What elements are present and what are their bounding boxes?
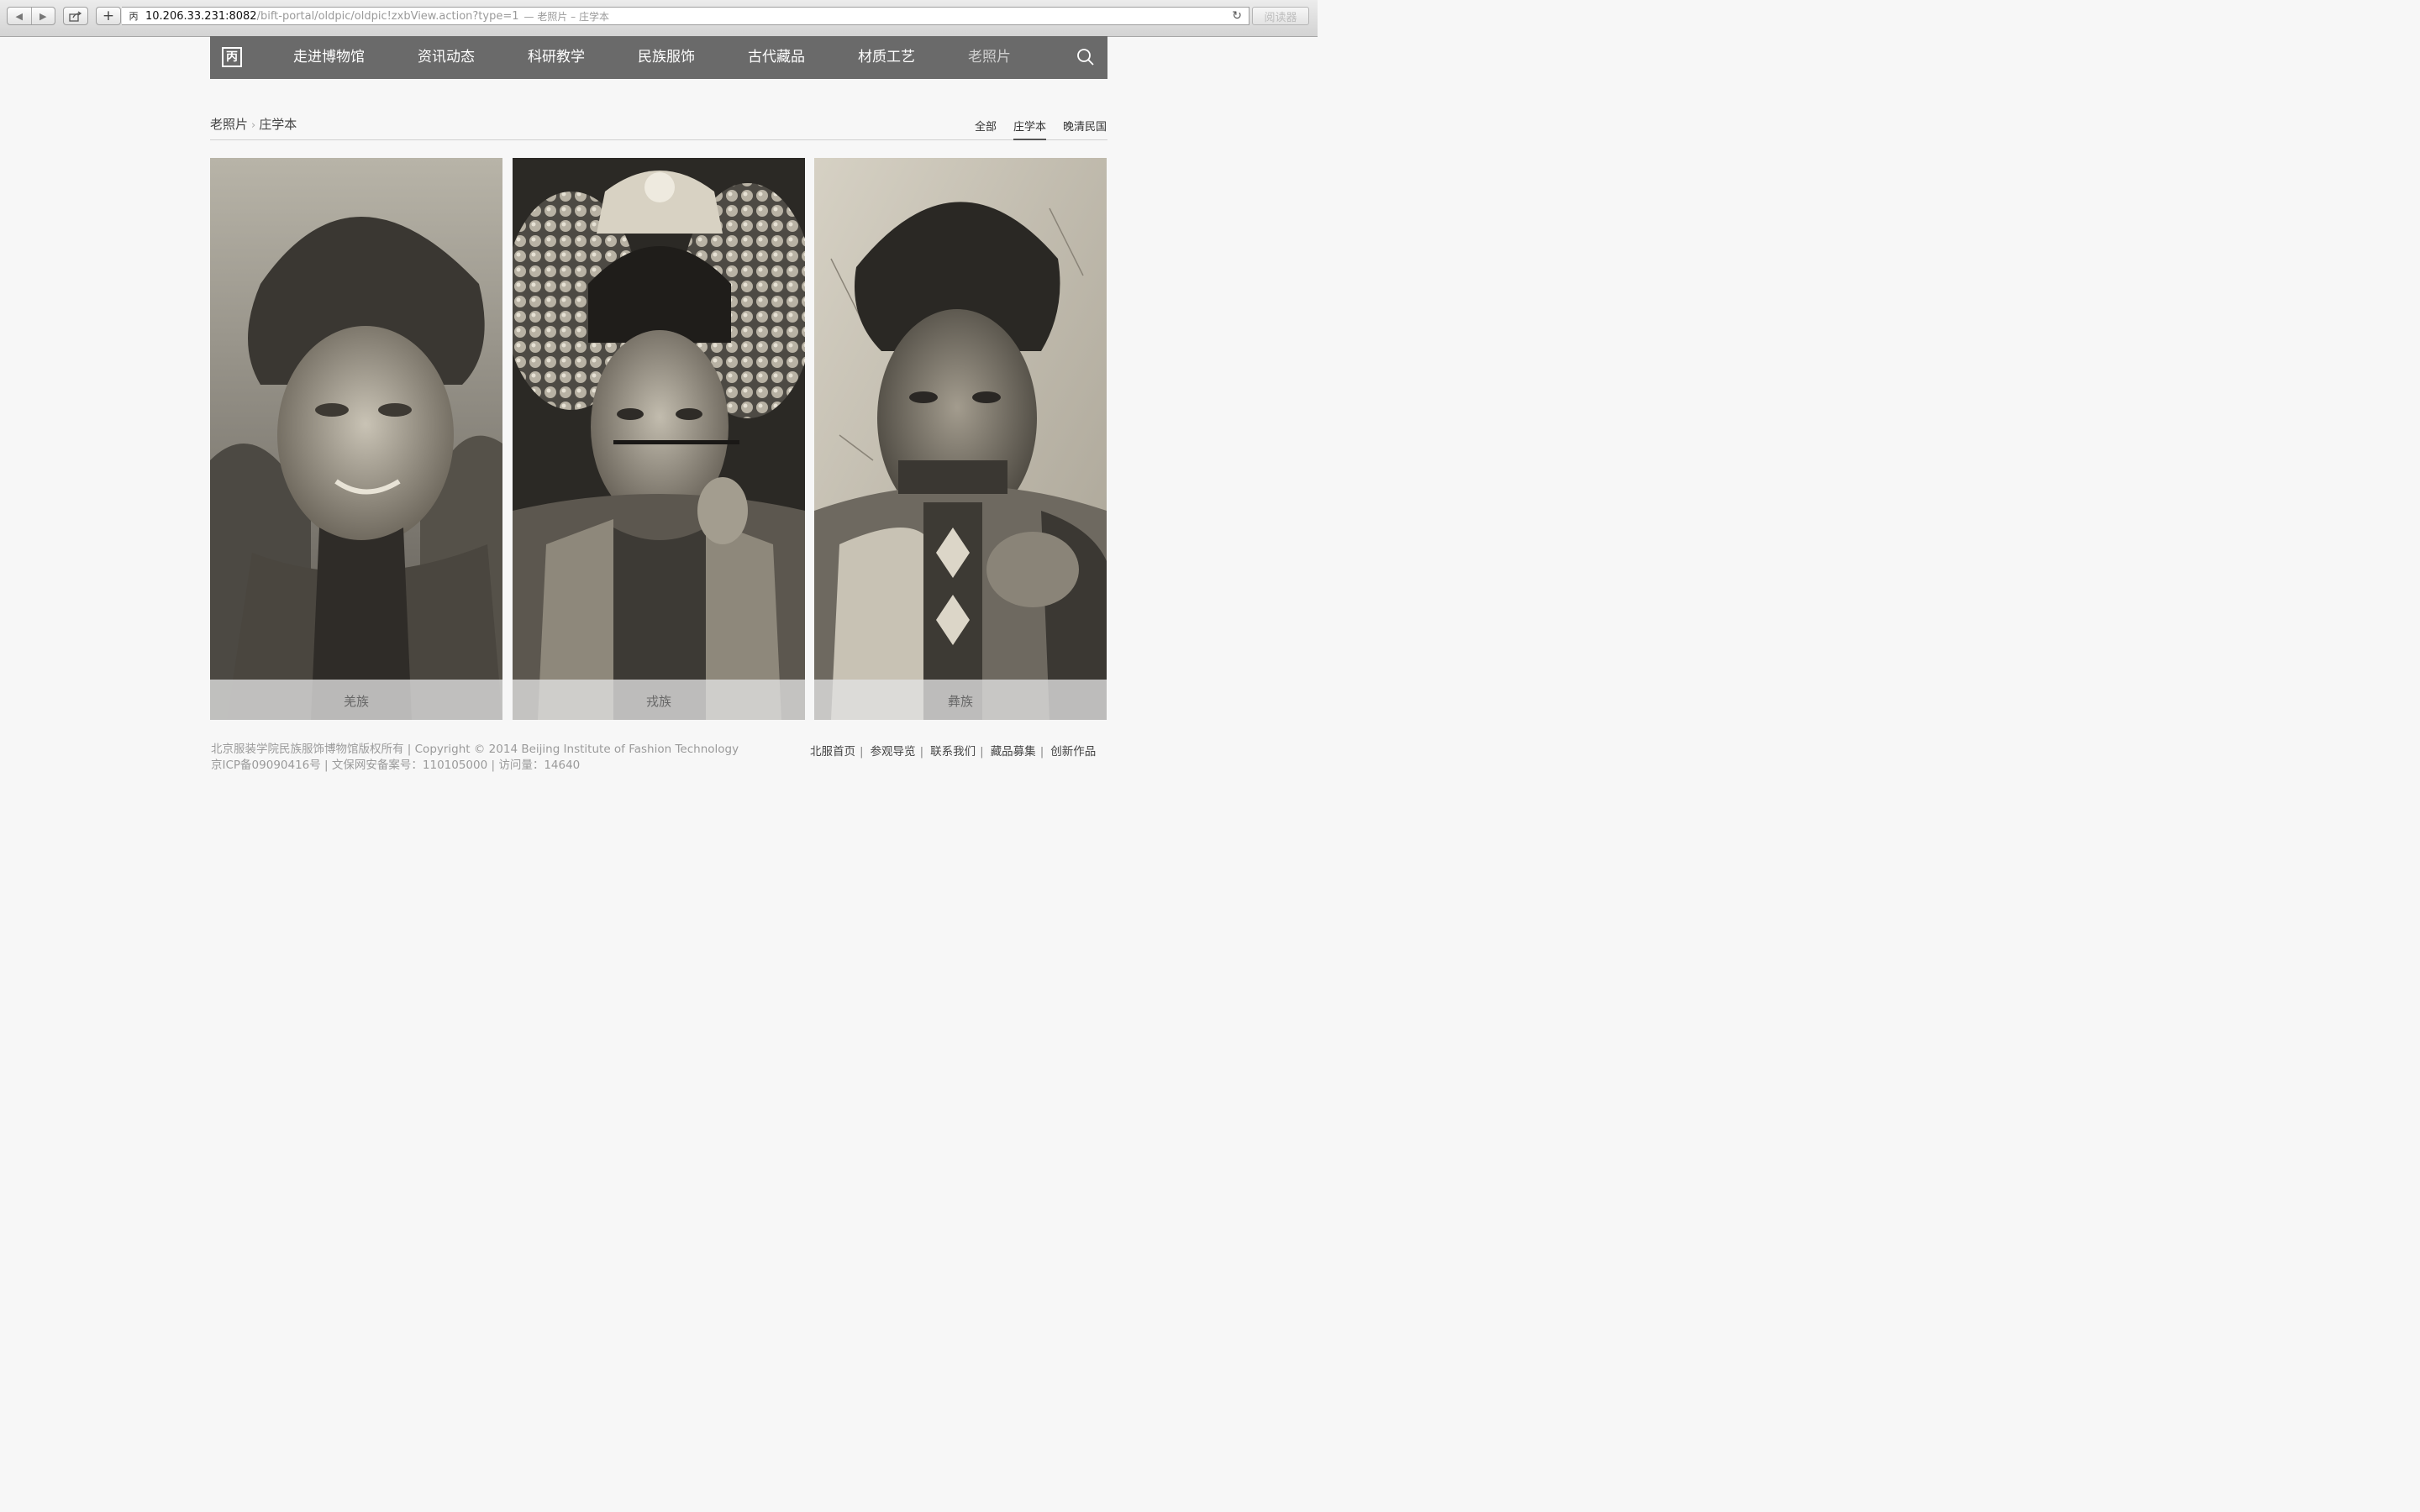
breadcrumb-current: 庄学本 xyxy=(259,117,297,132)
footer-link-collection-donation[interactable]: 藏品募集 xyxy=(991,745,1036,759)
reload-icon[interactable]: ↻ xyxy=(1232,9,1242,23)
browser-toolbar: ◀ ▶ + 丙 10.206.33.231:8082 /bift-portal/… xyxy=(0,0,1318,37)
photo-card[interactable]: 羌族 xyxy=(210,158,502,720)
filter-zhuang-xueben[interactable]: 庄学本 xyxy=(1013,118,1047,140)
address-bar[interactable]: 丙 10.206.33.231:8082 /bift-portal/oldpic… xyxy=(122,7,1249,25)
search-icon[interactable] xyxy=(1076,48,1095,66)
filter-late-qing-republic[interactable]: 晚清民国 xyxy=(1063,118,1107,134)
url-path: /bift-portal/oldpic/oldpic!zxbView.actio… xyxy=(256,9,519,23)
footer-link-home[interactable]: 北服首页 xyxy=(810,745,855,759)
footer-link-contact[interactable]: 联系我们 xyxy=(930,745,976,759)
footer-copyright: 北京服装学院民族服饰博物馆版权所有 | Copyright © 2014 Bei… xyxy=(211,742,739,774)
footer-link-visit-guide[interactable]: 参观导览 xyxy=(871,745,916,759)
breadcrumb-bar: 老照片 › 庄学本 全部 庄学本 晚清民国 xyxy=(210,109,1107,140)
nav-item-ancient-collection[interactable]: 古代藏品 xyxy=(748,36,805,79)
photo-caption: 戎族 xyxy=(513,680,805,720)
plus-icon: + xyxy=(102,8,115,24)
back-arrow-icon[interactable]: ◀ xyxy=(8,11,31,22)
divider: | xyxy=(919,745,924,759)
nav-item-research[interactable]: 科研教学 xyxy=(528,36,585,79)
portrait-photo-icon xyxy=(814,158,1107,720)
reader-button[interactable]: 阅读器 xyxy=(1252,7,1309,25)
nav-item-ethnic-costume[interactable]: 民族服饰 xyxy=(638,36,695,79)
museum-logo-icon[interactable]: 丙 xyxy=(222,47,242,67)
footer-icp-line: 京ICP备09090416号 | 文保网安备案号：110105000 | 访问量… xyxy=(211,759,581,772)
back-forward-buttons[interactable]: ◀ ▶ xyxy=(7,7,55,25)
photo-caption: 羌族 xyxy=(210,680,502,720)
site-favicon-icon: 丙 xyxy=(129,11,139,22)
divider: | xyxy=(860,745,864,759)
nav-item-old-photos[interactable]: 老照片 xyxy=(968,36,1011,79)
breadcrumb-parent[interactable]: 老照片 xyxy=(210,117,248,132)
nav-item-museum[interactable]: 走进博物馆 xyxy=(293,36,365,79)
forward-arrow-icon[interactable]: ▶ xyxy=(32,11,55,22)
footer-link-innovation-works[interactable]: 创新作品 xyxy=(1050,745,1096,759)
nav-item-news[interactable]: 资讯动态 xyxy=(418,36,475,79)
footer-copyright-line: 北京服装学院民族服饰博物馆版权所有 | Copyright © 2014 Bei… xyxy=(211,743,739,756)
divider: | xyxy=(980,745,984,759)
nav-item-materials-craft[interactable]: 材质工艺 xyxy=(858,36,915,79)
filter-all[interactable]: 全部 xyxy=(975,118,997,134)
portrait-photo-icon xyxy=(513,158,805,720)
photo-card[interactable]: 戎族 xyxy=(513,158,805,720)
new-tab-button[interactable]: + xyxy=(96,7,121,25)
photo-caption: 彝族 xyxy=(814,680,1107,720)
page-title-in-address: — 老照片 – 庄学本 xyxy=(523,10,609,23)
breadcrumb: 老照片 › 庄学本 xyxy=(210,115,297,133)
url-host: 10.206.33.231:8082 xyxy=(145,9,257,23)
footer-links: 北服首页 | 参观导览 | 联系我们 | 藏品募集 | 创新作品 xyxy=(810,742,1096,759)
share-button[interactable] xyxy=(63,7,88,25)
divider: | xyxy=(1039,745,1044,759)
share-icon xyxy=(69,10,82,22)
breadcrumb-separator: › xyxy=(251,119,256,132)
portrait-photo-icon xyxy=(210,158,502,720)
photo-card[interactable]: 彝族 xyxy=(814,158,1107,720)
site-nav-bar: 丙 走进博物馆 资讯动态 科研教学 民族服饰 古代藏品 材质工艺 老照片 xyxy=(210,36,1107,79)
